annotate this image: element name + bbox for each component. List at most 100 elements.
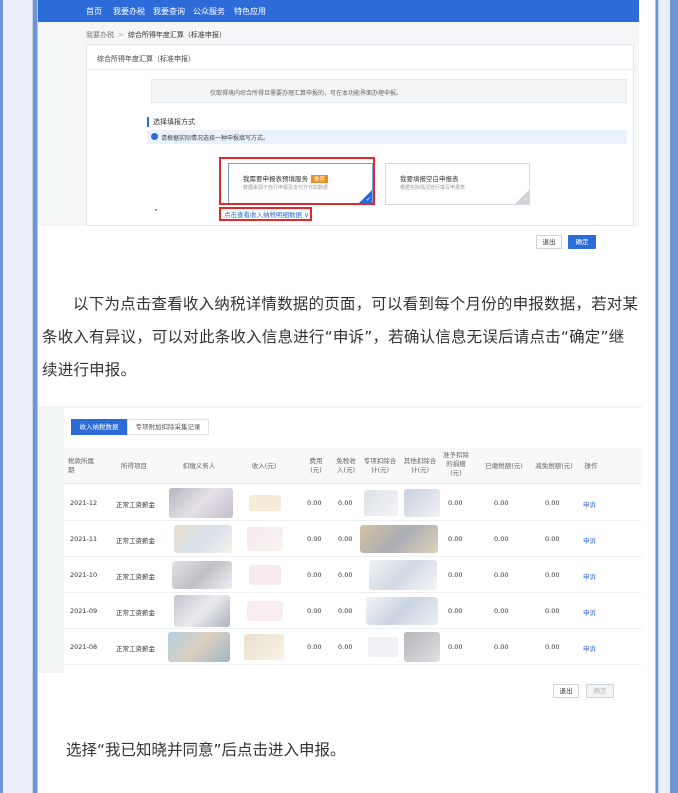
th-action: 操作 (584, 462, 598, 470)
cell-fee: 0.00 (307, 607, 322, 615)
th-fee: 费用(元) (309, 457, 323, 474)
redacted-deductions (366, 597, 438, 625)
exit-button[interactable]: 退出 (553, 684, 579, 698)
nav-public-service[interactable]: 公众服务 (193, 6, 225, 17)
th-withholder: 扣缴义务人 (182, 462, 216, 470)
table-row: 2021-11 正常工资薪金 0.00 0.00 0.00 0.00 0.00 … (64, 521, 642, 557)
confirm-button[interactable]: 确定 (568, 235, 596, 249)
cell-donation: 0.00 (448, 571, 463, 579)
breadcrumb-current: 综合所得年度汇算（标准申报） (127, 31, 226, 39)
cell-exempt: 0.00 (338, 535, 353, 543)
table-row: 2021-10 正常工资薪金 0.00 0.00 0.00 0.00 0.00 … (64, 557, 642, 593)
panel-title: 综合所得年度汇算（标准申报） (97, 55, 195, 63)
view-income-details-link[interactable]: 点击查看收入纳税明细数据 ∨ (224, 209, 309, 219)
redacted-income (247, 527, 283, 551)
redacted-other-deduction (404, 489, 440, 517)
cell-item: 正常工资薪金 (116, 501, 155, 509)
exit-button[interactable]: 退出 (536, 235, 562, 249)
nav-query[interactable]: 我要查询 (153, 6, 185, 17)
info-text: 请根据实际情况选择一种申报填写方式。 (161, 135, 270, 142)
cell-period: 2021-08 (70, 643, 98, 651)
left-frame-inner (3, 0, 33, 793)
appeal-link[interactable]: 申诉 (583, 499, 596, 509)
tab-special-deduction-records[interactable]: 专项附加扣除采集记录 (127, 419, 209, 435)
redacted-withholder (174, 525, 232, 553)
cell-exempt: 0.00 (338, 499, 353, 507)
option-blank-subtitle: 根据实际情况自行填写申报表 (400, 185, 466, 191)
th-income: 收入(元) (251, 462, 277, 470)
redacted-withholder (169, 488, 233, 518)
cell-fee: 0.00 (307, 535, 322, 543)
option-blank-title: 我要填报空白申报表 (400, 175, 459, 183)
info-icon (151, 133, 158, 140)
notice-box: 仅取得境内综合所得且需要办理汇算申报的，可在本功能界面办理申报。 (151, 79, 627, 103)
th-other-deduction: 其他扣除合计(元) (403, 457, 437, 474)
info-bar: 请根据实际情况选择一种申报填写方式。 (147, 130, 627, 144)
cell-fee: 0.00 (307, 499, 322, 507)
th-tax-reduce: 减免税额(元) (535, 462, 573, 470)
confirm-button-disabled[interactable]: 确定 (586, 684, 614, 698)
th-item: 所得项目 (121, 462, 147, 470)
redacted-other-deduction (404, 632, 440, 662)
cell-period: 2021-12 (70, 499, 98, 507)
cell-period: 2021-09 (70, 607, 98, 615)
cell-item: 正常工资薪金 (116, 573, 155, 581)
cell-tax-reduce: 0.00 (545, 535, 560, 543)
income-card: 收入纳税数据 专项附加扣除采集记录 税款所属期 所得项目 扣缴义务人 收入(元)… (64, 408, 642, 673)
appeal-link[interactable]: 申诉 (583, 643, 596, 653)
redacted-withholder (172, 561, 232, 589)
th-special-deduction: 专项扣除合计(元) (363, 457, 397, 474)
cell-tax-paid: 0.00 (494, 607, 509, 615)
redacted-deductions (369, 560, 437, 590)
appeal-link[interactable]: 申诉 (583, 535, 596, 545)
cell-exempt: 0.00 (338, 571, 353, 579)
th-period: 税款所属期 (68, 457, 94, 474)
screenshot-annual-filing: 首页 我要办税 我要查询 公众服务 特色应用 我要办税 > 综合所得年度汇算（标准申… (38, 0, 639, 226)
breadcrumb: 我要办税 > 综合所得年度汇算（标准申报） (86, 30, 226, 40)
appeal-link[interactable]: 申诉 (583, 607, 596, 617)
cell-item: 正常工资薪金 (116, 645, 155, 653)
cell-tax-paid: 0.00 (494, 571, 509, 579)
th-exempt: 免税收入(元) (336, 457, 356, 474)
cell-donation: 0.00 (448, 643, 463, 651)
cell-tax-paid: 0.00 (494, 499, 509, 507)
cell-fee: 0.00 (307, 571, 322, 579)
dot-mark (155, 209, 157, 211)
redacted-income (244, 634, 284, 660)
cell-exempt: 0.00 (338, 607, 353, 615)
table-row: 2021-09 正常工资薪金 0.00 0.00 0.00 0.00 0.00 … (64, 593, 642, 629)
nav-tax-handling[interactable]: 我要办税 (113, 6, 145, 17)
choose-method-label: 选择填报方式 (147, 117, 195, 127)
cell-fee: 0.00 (307, 643, 322, 651)
appeal-link[interactable]: 申诉 (583, 571, 596, 581)
redacted-special-deduction (364, 490, 398, 516)
cell-exempt: 0.00 (338, 643, 353, 651)
breadcrumb-separator: > (118, 31, 124, 39)
instruction-paragraph: 以下为点击查看收入纳税详情数据的页面，可以看到每个月份的申报数据，若对某条收入有… (42, 295, 639, 379)
th-donation: 准予扣除的捐赠(元) (443, 451, 469, 477)
cell-period: 2021-11 (70, 535, 98, 543)
redacted-income (249, 495, 281, 511)
cell-donation: 0.00 (448, 607, 463, 615)
right-frame-bar (656, 0, 678, 793)
option-blank-form[interactable]: 我要填报空白申报表 根据实际情况自行填写申报表 ✓ (385, 163, 530, 205)
screenshot2-footer: 退出 确定 (38, 673, 639, 709)
cell-donation: 0.00 (448, 499, 463, 507)
screenshot-income-table: 收入纳税数据 专项附加扣除采集记录 税款所属期 所得项目 扣缴义务人 收入(元)… (38, 406, 642, 673)
redacted-withholder (174, 595, 230, 627)
cell-tax-reduce: 0.00 (545, 607, 560, 615)
redacted-special-deduction (368, 637, 398, 657)
breadcrumb-parent[interactable]: 我要办税 (86, 31, 114, 39)
table-row: 2021-08 正常工资薪金 0.00 0.00 0.00 0.00 0.00 … (64, 629, 642, 665)
cell-tax-reduce: 0.00 (545, 571, 560, 579)
cell-item: 正常工资薪金 (116, 537, 155, 545)
highlight-box-option (219, 157, 375, 205)
nav-special-apps[interactable]: 特色应用 (234, 6, 266, 17)
top-nav: 首页 我要办税 我要查询 公众服务 特色应用 (38, 0, 639, 22)
redacted-withholder (168, 632, 230, 662)
nav-home[interactable]: 首页 (86, 6, 102, 17)
screenshot1-footer: 退出 确定 (38, 226, 639, 256)
left-frame-bar (0, 0, 37, 793)
tab-income-tax-data[interactable]: 收入纳税数据 (71, 419, 127, 435)
th-tax-paid: 已缴税额(元) (485, 462, 523, 470)
